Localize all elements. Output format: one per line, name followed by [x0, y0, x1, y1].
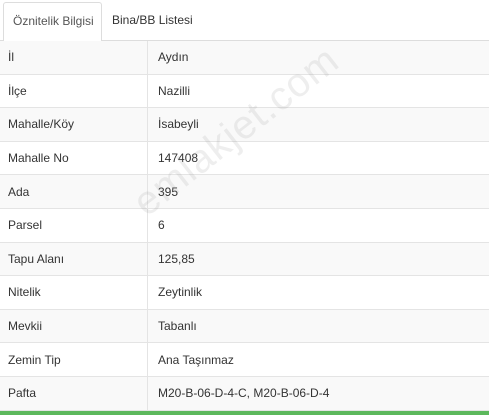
tab-bar: Öznitelik Bilgisi Bina/BB Listesi: [0, 0, 489, 42]
row-value: Zeytinlik: [158, 285, 203, 300]
table-row: Pafta M20-B-06-D-4-C, M20-B-06-D-4: [0, 376, 489, 411]
table-row: İl Aydın: [0, 41, 489, 75]
row-label: İl: [0, 41, 148, 74]
row-value: Nazilli: [158, 83, 191, 98]
row-label: Mahalle No: [0, 141, 148, 175]
row-label: Ada: [0, 175, 148, 208]
table-row: Nitelik Zeytinlik: [0, 276, 489, 310]
row-value: İsabeyli: [158, 117, 199, 132]
table-row: İlçe Nazilli: [0, 74, 489, 109]
row-label: Mahalle/Köy: [0, 108, 148, 141]
row-value: Tabanlı: [158, 319, 197, 334]
table-row: Zemin Tip Ana Taşınmaz: [0, 343, 489, 377]
row-value: 147408: [158, 151, 199, 166]
row-value: 125,85: [158, 251, 195, 266]
bottom-accent-bar: [0, 411, 489, 415]
row-label: Pafta: [0, 376, 148, 410]
row-label: Tapu Alanı: [0, 242, 148, 276]
table-row: Mahalle No 147408: [0, 141, 489, 176]
parcel-info-panel: Öznitelik Bilgisi Bina/BB Listesi İl Ayd…: [0, 0, 489, 415]
row-value: Aydın: [158, 50, 189, 65]
row-value: 6: [158, 218, 165, 233]
table-row: Mahalle/Köy İsabeyli: [0, 108, 489, 142]
table-row: Tapu Alanı 125,85: [0, 242, 489, 277]
tab-attribute-info[interactable]: Öznitelik Bilgisi: [3, 2, 102, 42]
row-label: Mevkii: [0, 309, 148, 343]
table-row: Parsel 6: [0, 208, 489, 243]
tab-building-list[interactable]: Bina/BB Listesi: [104, 2, 193, 41]
attribute-table: İl Aydın İlçe Nazilli Mahalle/Köy İsabey…: [0, 41, 489, 411]
row-label: Zemin Tip: [0, 343, 148, 376]
table-row: Ada 395: [0, 175, 489, 209]
row-label: İlçe: [0, 74, 148, 108]
table-row: Mevkii Tabanlı: [0, 309, 489, 344]
row-value: Ana Taşınmaz: [158, 352, 234, 367]
row-label: Nitelik: [0, 276, 148, 309]
row-label: Parsel: [0, 208, 148, 242]
row-value: 395: [158, 184, 179, 199]
row-value: M20-B-06-D-4-C, M20-B-06-D-4: [158, 386, 330, 401]
